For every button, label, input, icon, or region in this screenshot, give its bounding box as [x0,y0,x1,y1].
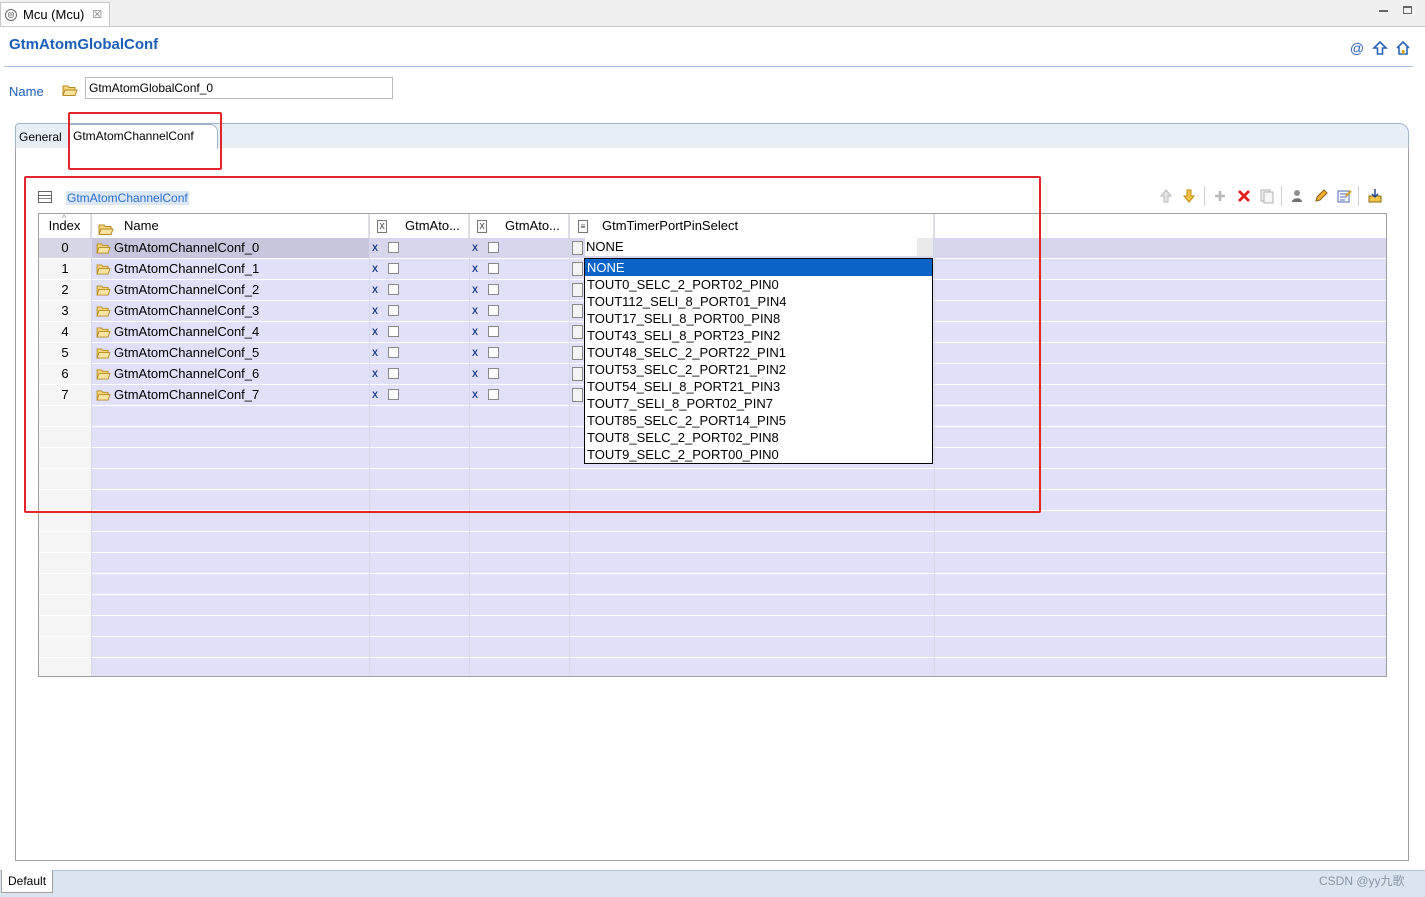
row-background [91,658,1386,676]
table-edit-icon[interactable] [1336,188,1352,204]
table-row-empty [39,637,1386,658]
highlight-box-tab [68,112,222,170]
copy-icon[interactable] [1259,188,1275,204]
bottom-tab-strip [0,870,1425,897]
add-icon[interactable] [1212,188,1228,204]
move-up-icon[interactable] [1158,188,1174,204]
highlight-box-table [24,176,1041,513]
row-background [91,595,1386,615]
table-row-empty [39,532,1386,553]
editor-tab-strip [0,0,1425,27]
row-index [39,574,91,594]
row-index [39,553,91,573]
table-row-empty [39,511,1386,532]
row-index [39,658,91,676]
watermark: CSDN @yy九歌 [1319,874,1405,888]
row-index [39,637,91,657]
name-label: Name [9,84,44,99]
toolbar-separator [1358,186,1359,206]
at-icon[interactable]: @ [1349,40,1365,56]
home-icon[interactable] [1395,40,1411,56]
tab-general[interactable]: General [16,126,65,148]
table-row-empty [39,553,1386,574]
inner-tab-bar [15,123,1409,149]
close-icon[interactable]: ☒ [92,8,102,21]
toolbar-separator [1281,186,1282,206]
row-background [91,532,1386,552]
delete-icon[interactable] [1236,188,1252,204]
up-icon[interactable] [1372,40,1388,56]
name-input[interactable] [85,77,393,99]
minimize-icon[interactable] [1376,4,1390,18]
row-background [91,553,1386,573]
row-index [39,616,91,636]
table-row-empty [39,574,1386,595]
export-icon[interactable] [1367,188,1383,204]
row-index [39,532,91,552]
edit-icon[interactable] [1313,188,1329,204]
row-background [91,637,1386,657]
row-background [91,511,1386,531]
row-index [39,595,91,615]
row-background [91,616,1386,636]
page-title: GtmAtomGlobalConf [9,36,159,53]
user-icon[interactable] [1289,188,1305,204]
table-row-empty [39,595,1386,616]
editor-tab-title: Mcu (Mcu) [23,7,85,22]
table-row-empty [39,658,1386,676]
table-row-empty [39,616,1386,637]
mcu-icon: ◎ [5,8,17,21]
row-background [91,574,1386,594]
tab-default[interactable]: Default [1,870,54,893]
maximize-icon[interactable] [1400,4,1414,18]
editor-tab-mcu[interactable]: ◎ Mcu (Mcu) ☒ [0,2,110,26]
header-separator [4,66,1413,67]
toolbar-separator [1204,186,1205,206]
folder-icon [62,84,78,97]
row-index [39,511,91,531]
move-down-icon[interactable] [1181,188,1197,204]
